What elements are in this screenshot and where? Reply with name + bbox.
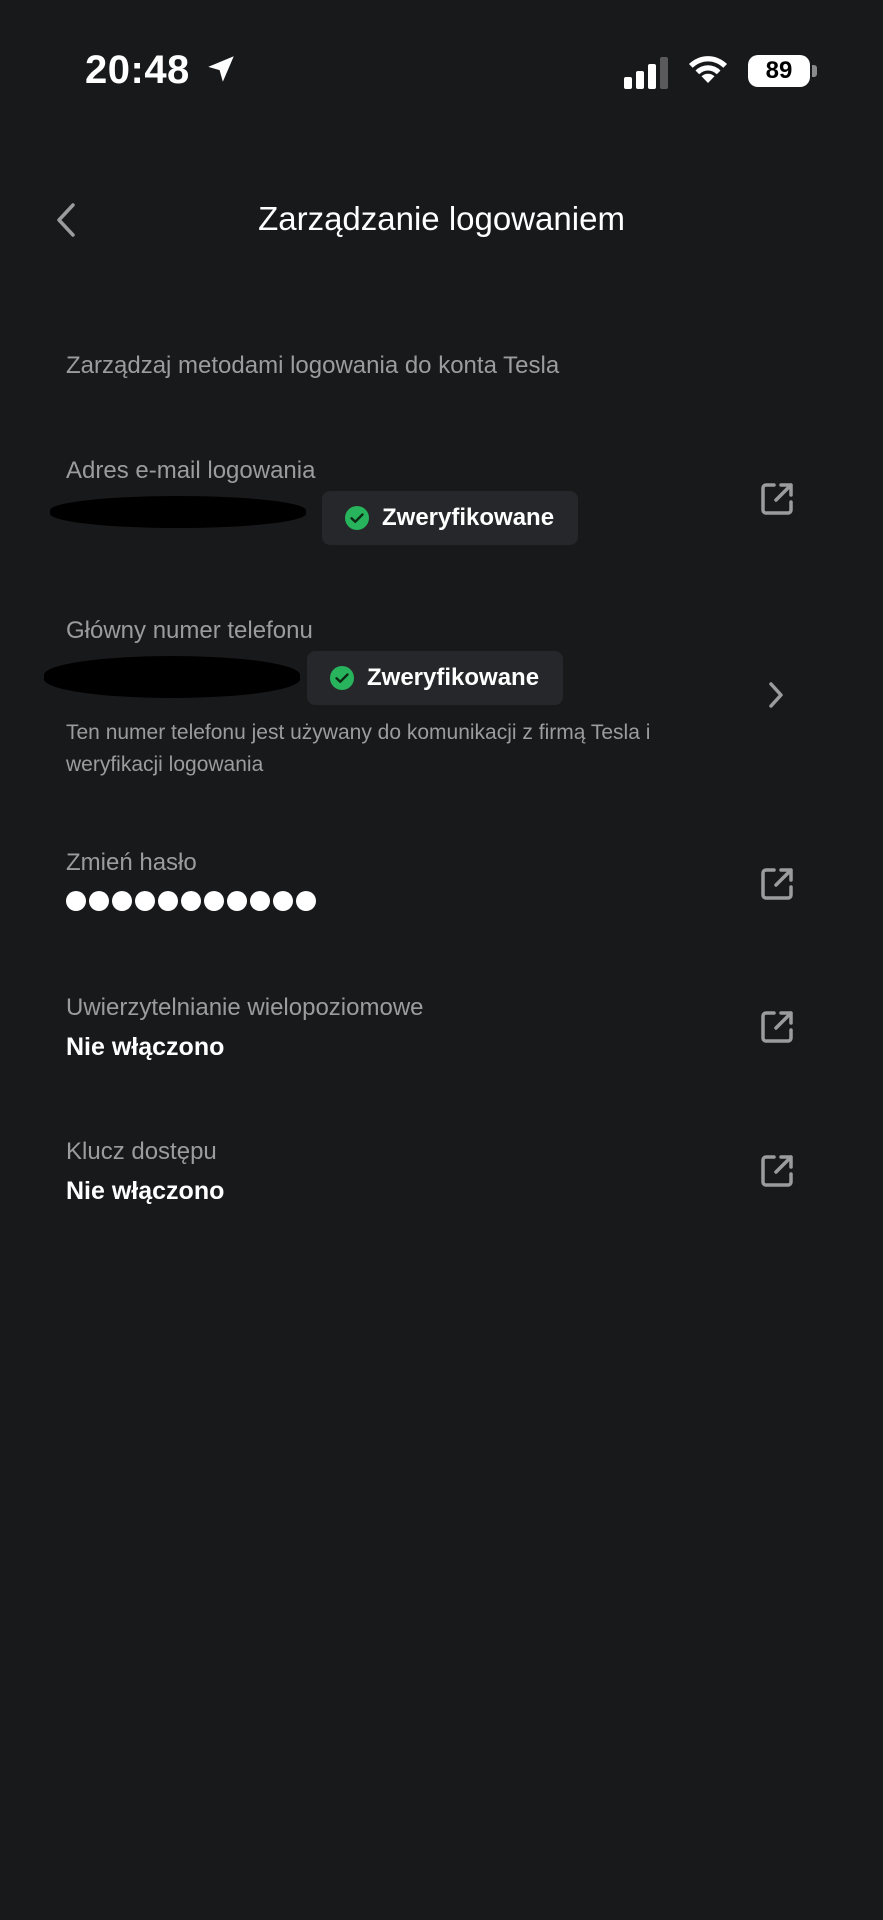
redacted-email: [50, 496, 306, 528]
masked-password: [66, 891, 316, 911]
status-time: 20:48: [85, 48, 190, 92]
password-dot: [204, 891, 224, 911]
page-subtitle: Zarządzaj metodami logowania do konta Te…: [66, 352, 560, 379]
email-badge-label: Zweryfikowane: [382, 504, 555, 531]
mfa-external-link-icon[interactable]: [757, 1007, 797, 1047]
battery-icon: 89: [748, 55, 810, 87]
passkey-value: Nie włączono: [66, 1177, 225, 1205]
wifi-icon: [689, 56, 727, 83]
password-dot: [89, 891, 109, 911]
password-external-link-icon[interactable]: [757, 864, 797, 904]
password-label: Zmień hasło: [66, 849, 197, 876]
redacted-phone: [44, 656, 300, 698]
password-dot: [273, 891, 293, 911]
phone-label: Główny numer telefonu: [66, 617, 313, 644]
mfa-label: Uwierzytelnianie wielopoziomowe: [66, 994, 424, 1021]
battery-nub: [812, 65, 817, 77]
email-verified-badge: Zweryfikowane: [322, 491, 579, 545]
status-bar: 20:48 89: [0, 0, 883, 140]
check-circle-icon: [330, 666, 354, 690]
chevron-right-icon[interactable]: [764, 678, 788, 712]
check-circle-icon: [345, 506, 369, 530]
password-dot: [296, 891, 316, 911]
phone-helper-text: Ten numer telefonu jest używany do komun…: [66, 721, 651, 776]
password-dot: [112, 891, 132, 911]
phone-verified-badge: Zweryfikowane: [307, 651, 564, 705]
location-arrow-icon: [208, 56, 234, 82]
page-title: Zarządzanie logowaniem: [258, 200, 625, 237]
phone-badge-label: Zweryfikowane: [367, 664, 540, 691]
signal-icon: [624, 57, 668, 89]
passkey-label: Klucz dostępu: [66, 1138, 217, 1165]
password-dot: [181, 891, 201, 911]
password-dot: [66, 891, 86, 911]
battery-level: 89: [765, 57, 793, 84]
password-dot: [250, 891, 270, 911]
mfa-value: Nie włączono: [66, 1033, 225, 1061]
passkey-external-link-icon[interactable]: [757, 1151, 797, 1191]
password-dot: [158, 891, 178, 911]
login-management-screen: 20:48 89 Zarządzanie logowaniem Zarządza…: [0, 0, 883, 1920]
email-external-link-icon[interactable]: [757, 479, 797, 519]
email-label: Adres e-mail logowania: [66, 457, 316, 484]
password-dot: [227, 891, 247, 911]
password-dot: [135, 891, 155, 911]
